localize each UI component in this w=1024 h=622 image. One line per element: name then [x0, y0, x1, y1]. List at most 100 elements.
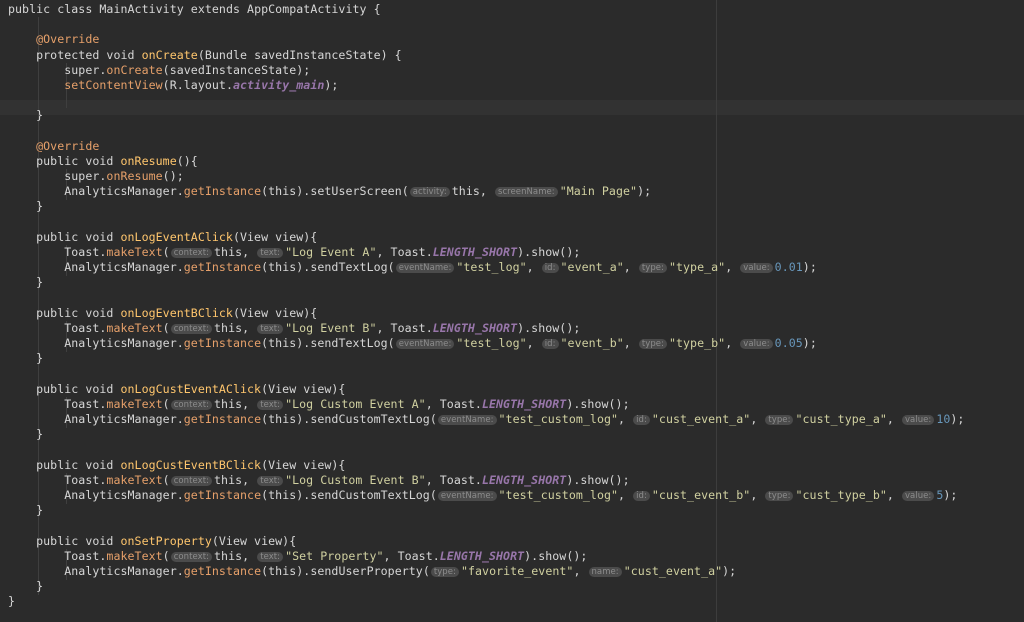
- code-token: activity_main: [232, 77, 325, 92]
- code-token: AnalyticsManager.: [8, 488, 184, 502]
- code-token: getInstance: [183, 336, 262, 351]
- code-token: AnalyticsManager.: [8, 563, 184, 578]
- code-token: "favorite_event": [460, 563, 574, 578]
- code-token: 10: [936, 412, 951, 427]
- parameter-hint: context:: [170, 323, 213, 334]
- code-line[interactable]: }: [8, 351, 964, 366]
- code-token: makeText: [106, 548, 163, 563]
- code-line[interactable]: }: [8, 199, 964, 214]
- code-token: ,: [725, 260, 740, 275]
- code-token: (View view){: [261, 457, 346, 472]
- code-token: }: [8, 427, 44, 442]
- code-token: }: [8, 199, 44, 214]
- code-token: (: [162, 320, 170, 335]
- code-token: this,: [214, 548, 257, 563]
- parameter-hint: text:: [257, 323, 284, 334]
- code-line[interactable]: setContentView(R.layout.activity_main);: [8, 78, 964, 93]
- code-token: (: [429, 412, 437, 427]
- code-line[interactable]: AnalyticsManager.getInstance(this).sendC…: [8, 412, 964, 427]
- code-line[interactable]: AnalyticsManager.getInstance(this).sendC…: [8, 488, 964, 503]
- code-token: ,: [725, 336, 740, 351]
- code-line[interactable]: [8, 442, 964, 457]
- parameter-hint: text:: [257, 475, 284, 486]
- code-line[interactable]: public void onLogEventBClick(View view){: [8, 306, 964, 321]
- code-line[interactable]: AnalyticsManager.getInstance(this).setUs…: [8, 184, 964, 199]
- parameter-hint: context:: [170, 399, 213, 410]
- code-token: super.: [8, 62, 107, 77]
- code-line[interactable]: super.onResume();: [8, 169, 964, 184]
- code-line[interactable]: super.onCreate(savedInstanceState);: [8, 63, 964, 78]
- code-line[interactable]: [8, 291, 964, 306]
- code-token: (R.layout.: [162, 77, 233, 92]
- code-token: "Set Property": [285, 548, 384, 563]
- code-text[interactable]: public class MainActivity extends AppCom…: [8, 2, 964, 610]
- code-token: (){: [176, 153, 198, 168]
- code-line[interactable]: [8, 215, 964, 230]
- code-line[interactable]: Toast.makeText(context: this, text: "Log E…: [8, 321, 964, 336]
- code-token: Toast.: [8, 548, 107, 563]
- code-line[interactable]: AnalyticsManager.getInstance(this).sendU…: [8, 564, 964, 579]
- code-token: ).show();: [517, 320, 581, 335]
- code-token: protected void: [8, 47, 142, 62]
- code-line[interactable]: }: [8, 427, 964, 442]
- code-line[interactable]: public void onResume(){: [8, 154, 964, 169]
- code-token: Toast.: [8, 320, 107, 335]
- code-line[interactable]: Toast.makeText(context: this, text: "Log C…: [8, 397, 964, 412]
- parameter-hint: id:: [633, 491, 650, 501]
- code-line[interactable]: }: [8, 594, 964, 609]
- code-token: );: [637, 184, 652, 199]
- code-token: public void: [8, 457, 121, 472]
- code-token: makeText: [106, 320, 163, 335]
- parameter-hint: context:: [170, 248, 213, 258]
- code-line[interactable]: @Override: [8, 139, 964, 154]
- parameter-hint: text:: [257, 551, 284, 562]
- code-line[interactable]: public class MainActivity extends AppCom…: [8, 2, 964, 17]
- code-token: public void: [8, 153, 121, 168]
- code-token: onLogEventAClick: [120, 229, 233, 244]
- code-line[interactable]: }: [8, 108, 964, 123]
- code-line[interactable]: [8, 17, 964, 32]
- code-line[interactable]: @Override: [8, 32, 964, 47]
- code-token: this,: [214, 245, 257, 259]
- code-token: "Log Custom Event A": [285, 396, 426, 411]
- code-line[interactable]: Toast.makeText(context: this, text: "Set P…: [8, 549, 964, 564]
- code-line[interactable]: Toast.makeText(context: this, text: "Log E…: [8, 245, 964, 260]
- code-token: ,: [618, 488, 633, 502]
- parameter-hint: context:: [170, 475, 213, 486]
- code-line[interactable]: [8, 124, 964, 139]
- parameter-hint: text:: [257, 248, 284, 258]
- code-token: onLogCustEventBClick: [120, 457, 262, 472]
- code-token: onCreate: [106, 62, 163, 77]
- code-line[interactable]: [8, 93, 964, 108]
- code-line[interactable]: }: [8, 503, 964, 518]
- code-line[interactable]: protected void onCreate(Bundle savedInst…: [8, 48, 964, 63]
- parameter-hint: id:: [541, 339, 559, 350]
- code-line[interactable]: Toast.makeText(context: this, text: "Log C…: [8, 473, 964, 488]
- code-token: "test_log": [456, 260, 527, 275]
- code-line[interactable]: }: [8, 579, 964, 594]
- code-line[interactable]: [8, 518, 964, 533]
- code-token: ,: [618, 412, 633, 427]
- code-token: ,: [886, 488, 901, 502]
- code-line[interactable]: public void onLogEventAClick(View view){: [8, 230, 964, 245]
- code-editor[interactable]: public class MainActivity extends AppCom…: [0, 0, 1024, 622]
- code-line[interactable]: }: [8, 275, 964, 290]
- parameter-hint: value:: [740, 263, 773, 274]
- code-token: );: [722, 563, 737, 578]
- code-token: public class: [8, 2, 100, 16]
- code-line[interactable]: AnalyticsManager.getInstance(this).sendT…: [8, 336, 964, 351]
- code-line[interactable]: public void onLogCustEventAClick(View vi…: [8, 382, 964, 397]
- code-token: AnalyticsManager.: [8, 412, 184, 427]
- code-line[interactable]: [8, 367, 964, 382]
- code-token: (this).: [261, 336, 311, 351]
- code-line[interactable]: public void onLogCustEventBClick(View vi…: [8, 458, 964, 473]
- parameter-hint: name:: [588, 566, 622, 577]
- code-token: (View view){: [232, 229, 318, 244]
- code-line[interactable]: public void onSetProperty(View view){: [8, 534, 964, 549]
- parameter-hint: context:: [170, 551, 213, 562]
- code-line[interactable]: AnalyticsManager.getInstance(this).sendT…: [8, 260, 964, 275]
- code-token: 0.01: [774, 260, 803, 275]
- code-token: this,: [214, 396, 257, 411]
